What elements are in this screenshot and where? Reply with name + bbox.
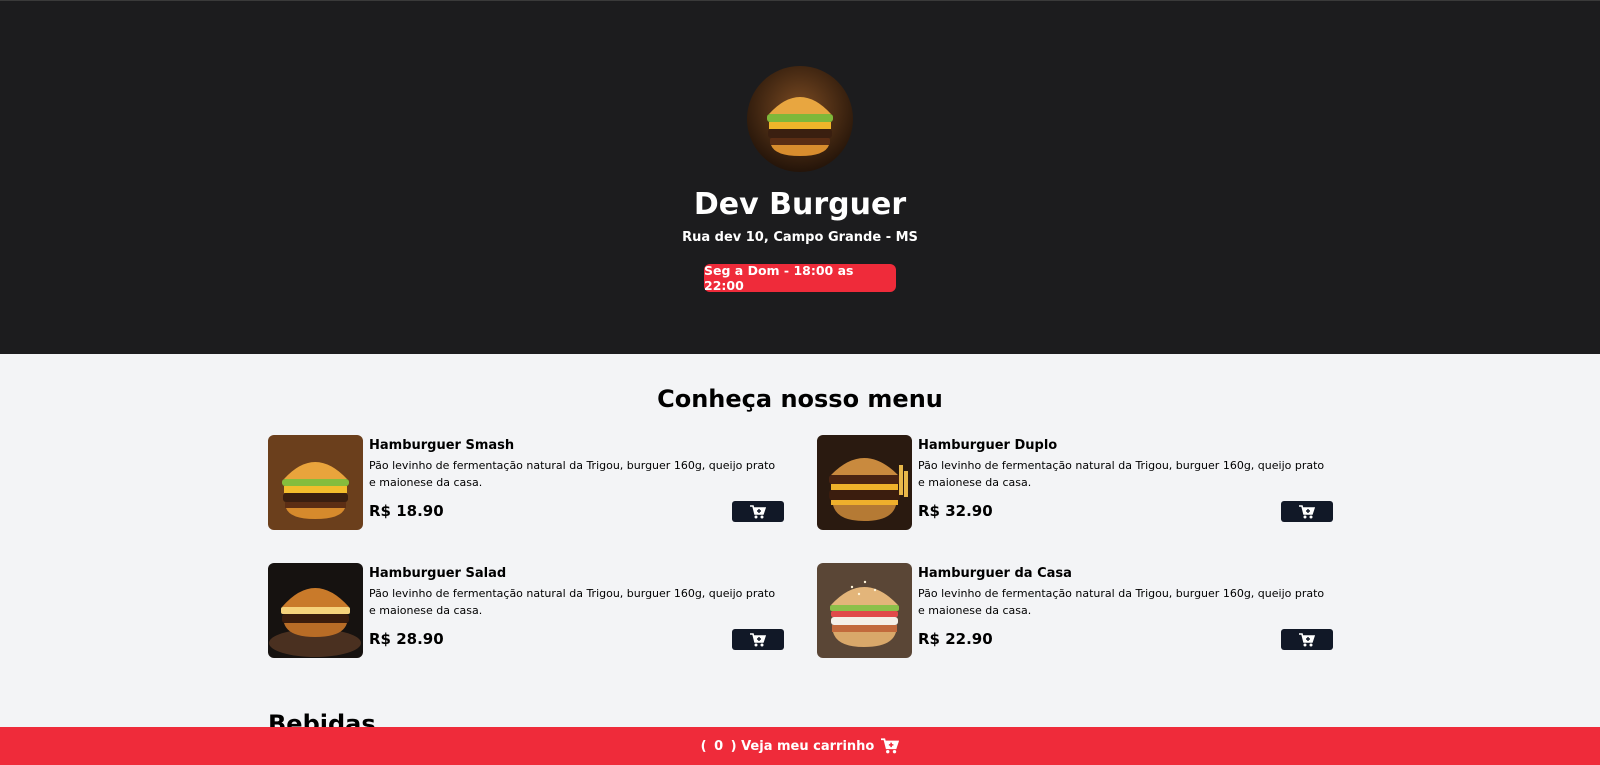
menu-item-price: R$ 22.90: [918, 630, 993, 648]
menu-item-price: R$ 18.90: [369, 502, 444, 520]
cart-count: 0: [714, 738, 724, 754]
menu-item-price: R$ 28.90: [369, 630, 444, 648]
cart-plus-icon: [1299, 504, 1315, 518]
brand-name: Dev Burguer: [693, 187, 907, 222]
add-to-cart-button[interactable]: [1281, 629, 1333, 650]
add-to-cart-button[interactable]: [732, 501, 784, 522]
hero-header: Dev Burguer Rua dev 10, Campo Grande - M…: [0, 0, 1600, 354]
menu-item: Hamburguer da Casa Pão levinho de fermen…: [817, 563, 1333, 658]
menu-item-image: [268, 563, 363, 658]
cart-plus-icon: [1299, 632, 1315, 646]
cart-plus-icon: [750, 504, 766, 518]
view-cart-button[interactable]: ( 0 ) Veja meu carrinho: [0, 727, 1600, 765]
brand-logo: [747, 66, 853, 172]
menu-item-description: Pão levinho de fermentação natural da Tr…: [369, 587, 776, 617]
opening-hours-badge: Seg a Dom - 18:00 as 22:00: [704, 263, 896, 293]
menu-item-name: Hamburguer Smash: [369, 438, 515, 453]
menu-item: Hamburguer Salad Pão levinho de fermenta…: [268, 563, 784, 658]
add-to-cart-button[interactable]: [732, 629, 784, 650]
cart-label: ) Veja meu carrinho: [730, 738, 875, 754]
menu-item-name: Hamburguer da Casa: [918, 566, 1072, 581]
menu-item-image: [817, 563, 912, 658]
menu-item-description: Pão levinho de fermentação natural da Tr…: [918, 587, 1325, 617]
restaurant-address: Rua dev 10, Campo Grande - MS: [682, 230, 918, 245]
cart-open-paren: (: [700, 738, 707, 754]
menu-item-image: [817, 435, 912, 530]
menu-item-price: R$ 32.90: [918, 502, 993, 520]
menu-item-description: Pão levinho de fermentação natural da Tr…: [918, 459, 1325, 489]
menu-item-name: Hamburguer Salad: [369, 566, 507, 581]
menu-item: Hamburguer Duplo Pão levinho de fermenta…: [817, 435, 1333, 530]
cart-plus-icon: [750, 632, 766, 646]
cart-icon: [881, 738, 900, 754]
menu-item-image: [268, 435, 363, 530]
add-to-cart-button[interactable]: [1281, 501, 1333, 522]
menu-item: Hamburguer Smash Pão levinho de fermenta…: [268, 435, 784, 530]
menu-item-description: Pão levinho de fermentação natural da Tr…: [369, 459, 776, 489]
menu-title: Conheça nosso menu: [657, 385, 943, 413]
menu-item-name: Hamburguer Duplo: [918, 438, 1058, 453]
